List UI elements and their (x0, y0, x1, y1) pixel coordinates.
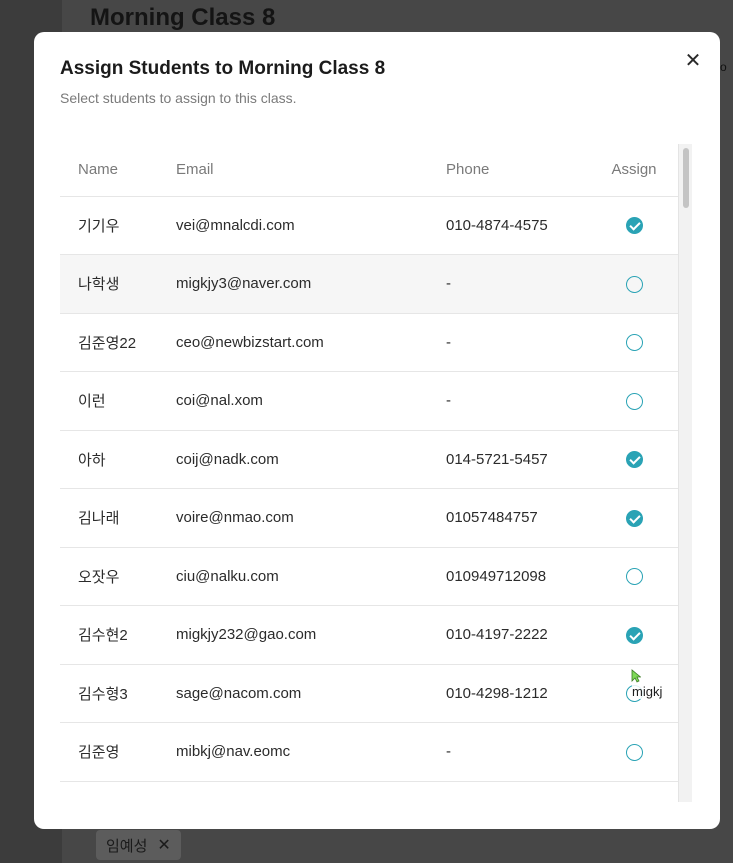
close-icon[interactable]: ✕ (681, 48, 705, 72)
table-row[interactable]: 김수형3 sage@nacom.com 010-4298-1212 (60, 664, 678, 723)
scrollbar-thumb[interactable] (683, 148, 689, 208)
background-page-title: Morning Class 8 (90, 4, 276, 31)
assign-students-modal: Assign Students to Morning Class 8 Selec… (34, 32, 720, 829)
student-phone: 010-4874-4575 (446, 196, 596, 255)
table-row[interactable]: 김수현2 migkjy232@gao.com 010-4197-2222 (60, 605, 678, 665)
background-student-chip: 임예성 ✕ (96, 830, 181, 860)
student-name: 김수형3 (60, 664, 176, 723)
assign-checked-icon[interactable] (625, 451, 643, 469)
student-phone: - (446, 371, 596, 431)
chip-remove-icon: ✕ (157, 837, 171, 854)
assign-unchecked-icon[interactable] (625, 392, 643, 410)
chip-label: 임예성 (106, 837, 148, 855)
column-header-email: Email (176, 144, 446, 197)
students-table: Name Email Phone Assign 기기우 vei@mnalcdi.c… (60, 144, 678, 782)
student-name: 김나래 (60, 488, 176, 548)
assign-cell (596, 605, 678, 665)
student-email: coij@nadk.com (176, 430, 446, 489)
table-scrollbar[interactable] (678, 144, 692, 802)
assign-unchecked-icon[interactable] (625, 568, 643, 586)
assign-checked-icon[interactable] (625, 217, 643, 235)
table-row[interactable]: 오잣우 ciu@nalku.com 010949712098 (60, 547, 678, 606)
student-email: coi@nal.xom (176, 371, 446, 431)
student-email: vei@mnalcdi.com (176, 196, 446, 255)
assign-cell (596, 371, 678, 431)
assign-unchecked-icon[interactable] (625, 743, 643, 761)
cursor-label: migkj (632, 684, 663, 699)
assign-cell (596, 196, 678, 255)
assign-cell (596, 313, 678, 372)
column-header-name: Name (60, 144, 176, 197)
student-email: ceo@newbizstart.com (176, 313, 446, 372)
table-row[interactable]: 김준영 mibkj@nav.eomc - (60, 722, 678, 782)
modal-subtitle: Select students to assign to this class. (60, 90, 297, 106)
student-name: 오잣우 (60, 547, 176, 606)
mouse-cursor-icon (631, 669, 641, 683)
student-name: 이런 (60, 371, 176, 431)
student-email: voire@nmao.com (176, 488, 446, 548)
assign-cell (596, 430, 678, 489)
table-row[interactable]: 기기우 vei@mnalcdi.com 010-4874-4575 (60, 196, 678, 255)
student-phone: 01057484757 (446, 488, 596, 548)
student-name: 나학생 (60, 254, 176, 314)
student-name: 김준영 (60, 722, 176, 782)
assign-cell (596, 254, 678, 314)
assign-unchecked-icon[interactable] (625, 334, 643, 352)
student-email: migkjy3@naver.com (176, 254, 446, 314)
student-email: migkjy232@gao.com (176, 605, 446, 665)
student-email: sage@nacom.com (176, 664, 446, 723)
student-phone: - (446, 313, 596, 372)
assign-unchecked-icon[interactable] (625, 275, 643, 293)
student-email: ciu@nalku.com (176, 547, 446, 606)
student-phone: 014-5721-5457 (446, 430, 596, 489)
student-name: 김준영22 (60, 313, 176, 372)
background-edge-text: o (720, 60, 727, 74)
modal-title: Assign Students to Morning Class 8 (60, 58, 386, 79)
student-email: mibkj@nav.eomc (176, 722, 446, 782)
students-table-container[interactable]: Name Email Phone Assign 기기우 vei@mnalcdi.c… (60, 144, 692, 802)
column-header-assign: Assign (596, 144, 678, 197)
student-name: 아하 (60, 430, 176, 489)
student-name: 김수현2 (60, 605, 176, 665)
student-phone: - (446, 254, 596, 314)
student-phone: 010-4298-1212 (446, 664, 596, 723)
table-row[interactable]: 아하 coij@nadk.com 014-5721-5457 (60, 430, 678, 489)
table-row[interactable]: 이런 coi@nal.xom - (60, 371, 678, 431)
table-header-row: Name Email Phone Assign (60, 144, 678, 197)
assign-cell (596, 547, 678, 606)
assign-cell (596, 722, 678, 782)
student-phone: 010-4197-2222 (446, 605, 596, 665)
assign-cell (596, 488, 678, 548)
student-phone: - (446, 722, 596, 782)
assign-checked-icon[interactable] (625, 626, 643, 644)
assign-checked-icon[interactable] (625, 509, 643, 527)
table-row[interactable]: 김나래 voire@nmao.com 01057484757 (60, 488, 678, 548)
student-name: 기기우 (60, 196, 176, 255)
column-header-phone: Phone (446, 144, 596, 197)
student-phone: 010949712098 (446, 547, 596, 606)
table-row[interactable]: 나학생 migkjy3@naver.com - (60, 254, 678, 314)
table-row[interactable]: 김준영22 ceo@newbizstart.com - (60, 313, 678, 372)
